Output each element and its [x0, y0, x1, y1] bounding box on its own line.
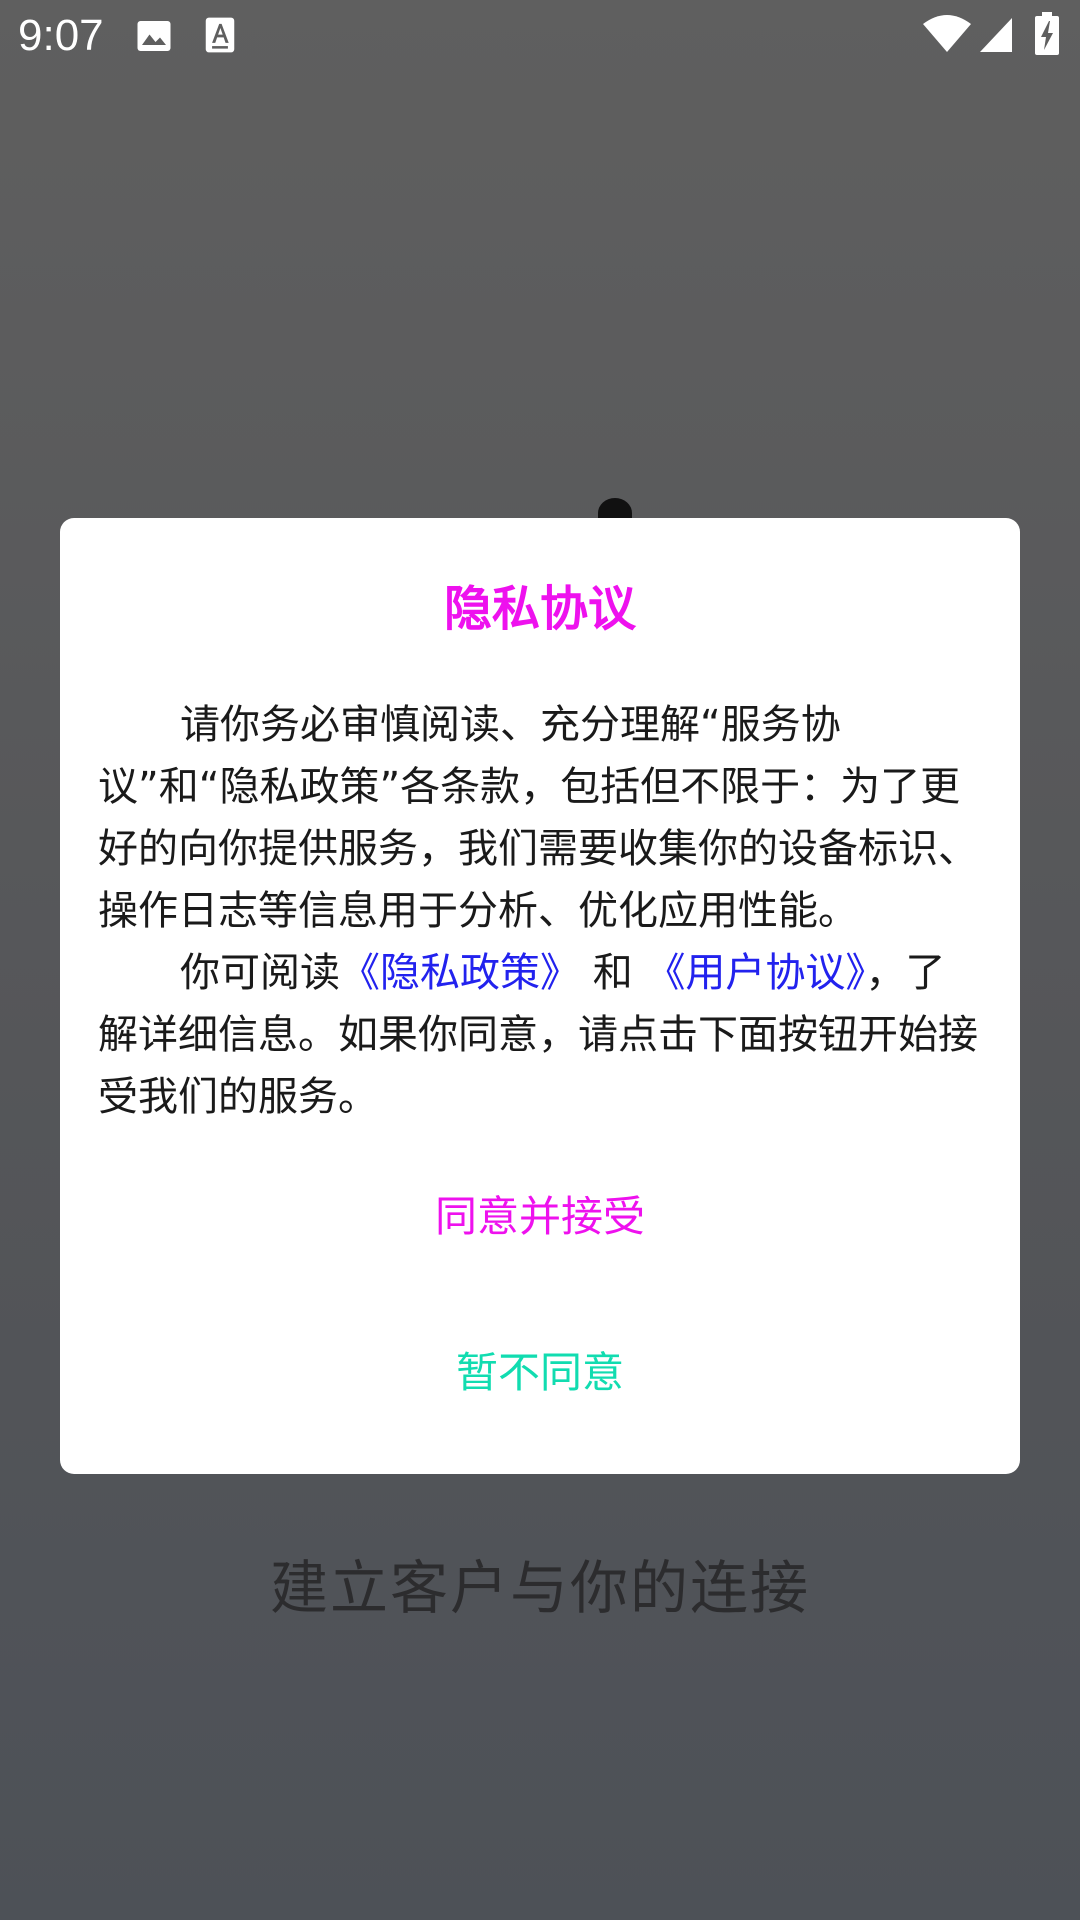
- status-bar: 9:07: [0, 0, 1080, 72]
- dialog-paragraph-2: 你可阅读《隐私政策》 和 《用户协议》，了解详细信息。如果你同意，请点击下面按钮…: [98, 942, 982, 1128]
- signal-icon: [980, 18, 1012, 52]
- privacy-policy-link[interactable]: 《隐私政策》: [340, 950, 580, 996]
- decline-button[interactable]: 暂不同意: [60, 1342, 1020, 1404]
- screen: 9:07 建立客户与你的连接 隐私协议 请你务必审慎阅读、充分理解“服务协议”和…: [0, 0, 1080, 1920]
- dialog-body: 请你务必审慎阅读、充分理解“服务协议”和“隐私政策”各条款，包括但不限于：为了更…: [98, 694, 982, 1128]
- privacy-dialog: 隐私协议 请你务必审慎阅读、充分理解“服务协议”和“隐私政策”各条款，包括但不限…: [60, 518, 1020, 1474]
- text-file-icon: [205, 17, 235, 53]
- image-icon: [137, 21, 171, 51]
- agree-button[interactable]: 同意并接受: [60, 1186, 1020, 1248]
- wifi-icon: [923, 15, 971, 52]
- dialog-paragraph-1: 请你务必审慎阅读、充分理解“服务协议”和“隐私政策”各条款，包括但不限于：为了更…: [98, 702, 978, 934]
- battery-charging-icon: [1035, 12, 1059, 55]
- user-agreement-link[interactable]: 《用户协议》: [645, 950, 865, 996]
- background-slogan: 建立客户与你的连接: [269, 1554, 810, 1622]
- status-time: 9:07: [18, 11, 104, 60]
- and-text: 和: [580, 950, 646, 996]
- dialog-title: 隐私协议: [443, 581, 636, 637]
- paragraph-2-prefix: 你可阅读: [180, 950, 340, 996]
